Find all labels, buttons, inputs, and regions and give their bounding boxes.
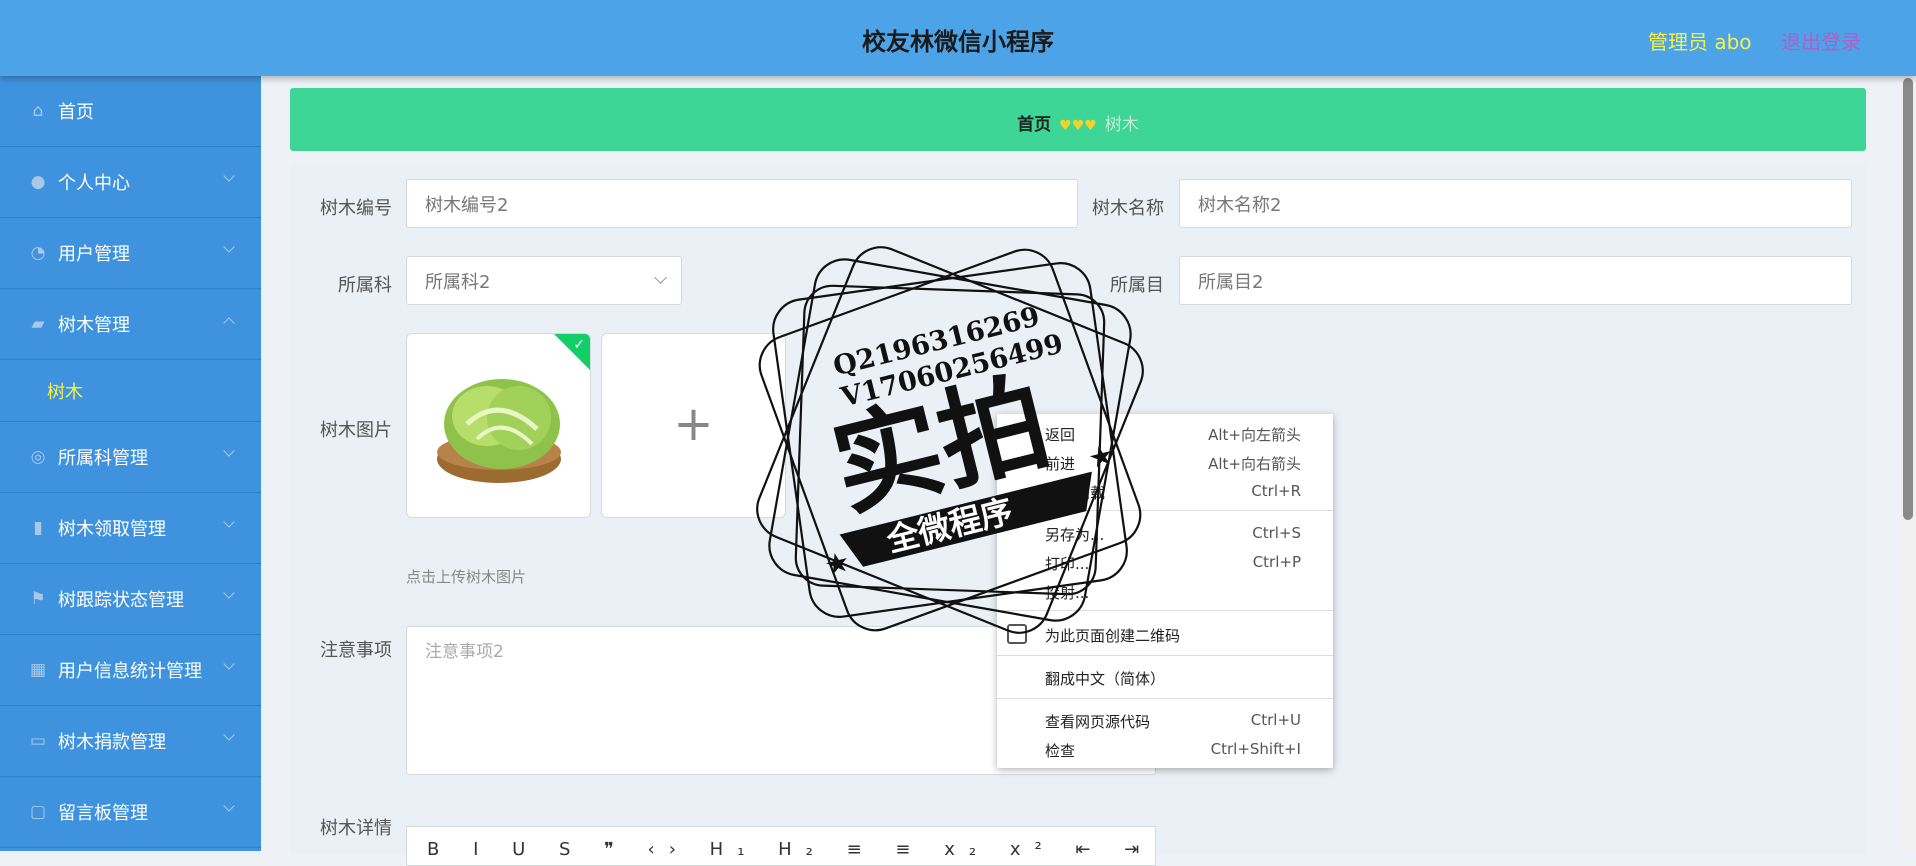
app-title: 校友林微信小程序 — [862, 28, 1054, 56]
chevron-down-icon — [223, 658, 235, 670]
tree-name-label: 树木名称 — [1092, 198, 1164, 219]
scrollbar-thumb[interactable] — [1903, 78, 1913, 520]
grid-icon: ▦ — [29, 660, 47, 680]
heart-icon: ♥♥♥ — [1059, 118, 1097, 134]
tree-no-label: 树木编号 — [320, 198, 392, 219]
family-label: 所属科 — [338, 275, 392, 296]
logout-link[interactable]: 退出登录 — [1781, 26, 1861, 55]
sidebar-item-trees[interactable]: ▰ 树木管理 — [0, 289, 261, 360]
bar-chart-icon: ▮ — [33, 518, 43, 538]
breadcrumb: 首页 ♥♥♥ 树木 — [290, 88, 1866, 151]
compass-icon: ◎ — [30, 447, 46, 467]
chevron-down-icon — [223, 445, 235, 457]
sidebar-item-label: 树木管理 — [58, 315, 130, 336]
breadcrumb-home[interactable]: 首页 — [1017, 115, 1051, 135]
sidebar-item-messages[interactable]: ▢ 留言板管理 — [0, 777, 261, 848]
chevron-up-icon — [223, 317, 235, 329]
user-icon: ● — [30, 172, 46, 192]
chat-icon: ▰ — [31, 314, 45, 334]
order-input[interactable]: 所属目2 — [1179, 256, 1852, 305]
breadcrumb-current: 树木 — [1104, 115, 1139, 135]
family-select[interactable]: 所属科2 — [406, 256, 682, 305]
chevron-down-icon — [654, 271, 667, 284]
chevron-down-icon — [223, 170, 235, 182]
sidebar-item-label: 用户信息统计管理 — [58, 661, 202, 682]
chevron-down-icon — [223, 516, 235, 528]
star-icon: ★ — [821, 544, 853, 582]
tree-name-input[interactable]: 树木名称2 — [1179, 179, 1852, 228]
sidebar-item-label: 个人中心 — [58, 173, 130, 194]
notes-label: 注意事项 — [320, 640, 392, 661]
sidebar-item-stats[interactable]: ▦ 用户信息统计管理 — [0, 635, 261, 706]
flag-icon: ⚑ — [30, 589, 46, 609]
sidebar-item-label: 树木领取管理 — [58, 519, 166, 540]
message-icon: ▢ — [29, 802, 47, 822]
sidebar-item-profile[interactable]: ● 个人中心 — [0, 147, 261, 218]
upload-tip: 点击上传树木图片 — [406, 568, 527, 586]
sidebar-item-family[interactable]: ◎ 所属科管理 — [0, 422, 261, 493]
tree-no-input[interactable]: 树木编号2 — [406, 179, 1078, 228]
sidebar-item-label: 树木捐款管理 — [58, 732, 166, 753]
chevron-down-icon — [223, 241, 235, 253]
sidebar-item-label: 用户管理 — [58, 244, 130, 265]
sidebar: ⌂ 首页 ● 个人中心 ◔ 用户管理 ▰ 树木管理 树木 ◎ 所属科管理 ▮ 树木领取管理 … — [0, 76, 261, 851]
admin-label: 管理员 abo — [1648, 30, 1752, 54]
sidebar-item-donations[interactable]: ▭ 树木捐款管理 — [0, 706, 261, 777]
top-header: 校友林微信小程序 管理员 abo 退出登录 — [0, 0, 1916, 76]
sidebar-item-label: 首页 — [58, 102, 94, 123]
menu-separator — [997, 655, 1333, 656]
sidebar-item-home[interactable]: ⌂ 首页 — [0, 76, 261, 147]
detail-label: 树木详情 — [320, 818, 392, 839]
watermark-stamp: Q2196316269 V17060256499 实拍 全微程序 ★ ★ — [756, 246, 1144, 634]
chevron-down-icon — [223, 800, 235, 812]
menu-separator — [997, 698, 1333, 699]
sidebar-item-label: 留言板管理 — [58, 803, 148, 824]
image-label: 树木图片 — [320, 420, 392, 441]
chevron-down-icon — [223, 729, 235, 741]
sidebar-item-tracking[interactable]: ⚑ 树跟踪状态管理 — [0, 564, 261, 635]
monitor-icon: ▭ — [29, 731, 47, 751]
tree-image-thumbnail[interactable]: ✓ — [406, 333, 591, 518]
menu-item-inspect[interactable]: 检查 Ctrl+Shift+I — [1045, 740, 1301, 764]
sidebar-item-label: 所属科管理 — [58, 448, 148, 469]
check-icon: ✓ — [573, 337, 585, 353]
gauge-icon: ◔ — [30, 243, 46, 263]
family-select-value: 所属科2 — [425, 271, 491, 293]
sidebar-item-claims[interactable]: ▮ 树木领取管理 — [0, 493, 261, 564]
sidebar-item-users[interactable]: ◔ 用户管理 — [0, 218, 261, 289]
chevron-down-icon — [223, 587, 235, 599]
rich-text-toolbar[interactable]: B I U S ❞ ‹› H₁ H₂ ≡ ≡ x₂ x² ⇤ ⇥ — [406, 826, 1156, 866]
menu-item-view-source[interactable]: 查看网页源代码 Ctrl+U — [1045, 711, 1301, 735]
menu-item-translate[interactable]: 翻成中文（简体） — [1045, 668, 1301, 692]
sidebar-subitem-tree[interactable]: 树木 — [0, 360, 261, 422]
sidebar-item-label: 树跟踪状态管理 — [58, 590, 184, 611]
home-icon: ⌂ — [32, 101, 44, 121]
